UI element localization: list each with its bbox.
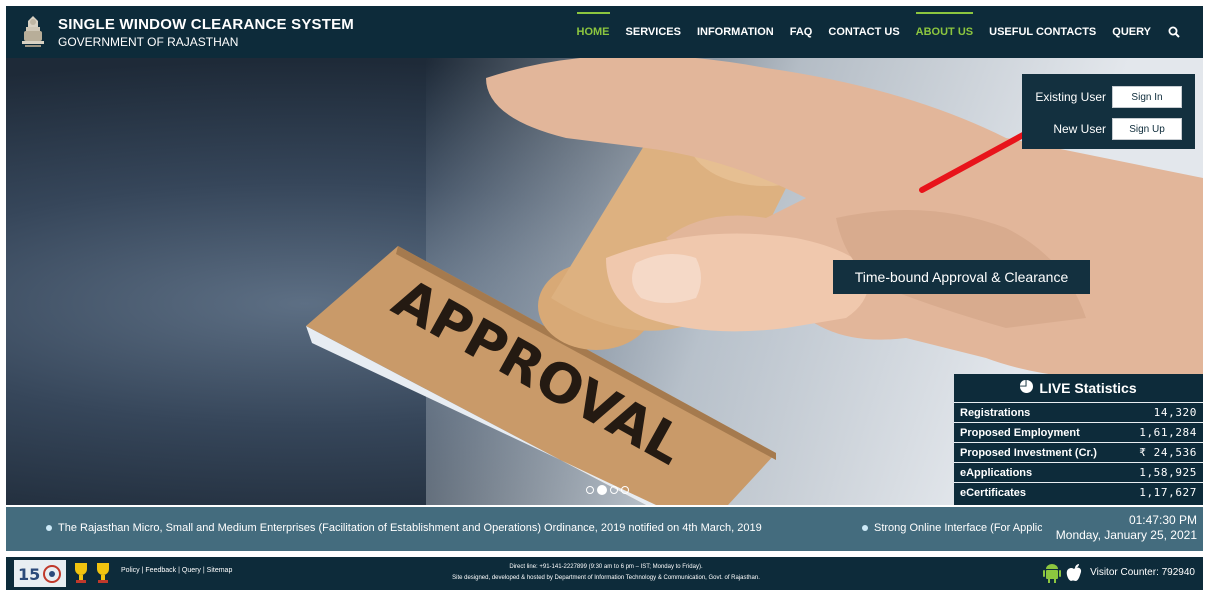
existing-user-row: Existing User Sign In (1022, 84, 1195, 110)
footer-link-policy[interactable]: Policy (121, 567, 140, 574)
sign-in-button[interactable]: Sign In (1112, 86, 1182, 108)
award-trophy-icon[interactable] (72, 561, 90, 590)
stats-row: Proposed Investment (Cr.) ₹ 24,536 (954, 442, 1203, 462)
stats-row: Registrations 14,320 (954, 402, 1203, 422)
footer-link-sitemap[interactable]: Sitemap (207, 567, 233, 574)
bullet-icon (46, 525, 52, 532)
footer-link-feedback[interactable]: Feedback (145, 567, 176, 574)
footer-links: Policy | Feedback | Query | Sitemap (121, 567, 233, 574)
svg-text:15: 15 (18, 565, 40, 584)
stats-title-text: LIVE Statistics (1039, 380, 1137, 396)
user-auth-box: Existing User Sign In New User Sign Up (1022, 74, 1195, 149)
ticker-item-1-text: The Rajasthan Micro, Small and Medium En… (58, 522, 762, 534)
slide-dot-2[interactable] (597, 485, 607, 495)
credit-text: Site designed, developed & hosted by Dep… (452, 575, 760, 581)
nav-query[interactable]: QUERY (1104, 6, 1159, 58)
visitor-counter: Visitor Counter: 792940 (1090, 567, 1195, 578)
date-time-display: 01:47:30 PM Monday, January 25, 2021 (1056, 513, 1197, 543)
footer-link-query[interactable]: Query (182, 567, 201, 574)
nav-useful-contacts[interactable]: USEFUL CONTACTS (981, 6, 1104, 58)
state-emblem-icon[interactable] (16, 12, 50, 52)
nav-services[interactable]: SERVICES (618, 6, 689, 58)
stat-label: eApplications (960, 466, 1033, 479)
stat-value: 1,17,627 (1139, 486, 1197, 499)
app-download-icons (1043, 563, 1083, 588)
clock-time: 01:47:30 PM (1128, 513, 1197, 527)
android-icon[interactable] (1043, 563, 1061, 588)
ticker-item-2-text: Strong Online Interface (For Applic (874, 522, 1042, 534)
main-nav: HOME SERVICES INFORMATION FAQ CONTACT US… (569, 6, 1189, 58)
award-trophy-icon[interactable] (94, 561, 112, 590)
nav-contact-us[interactable]: CONTACT US (820, 6, 907, 58)
clock-date: Monday, January 25, 2021 (1055, 528, 1197, 542)
stat-value: 14,320 (1153, 406, 1197, 419)
search-icon[interactable] (1159, 6, 1189, 58)
footer-info: Direct line: +91-141-2227899 (9:30 am to… (366, 562, 846, 584)
nav-about-us[interactable]: ABOUT US (908, 6, 981, 58)
site-footer: 15 Policy | Feedback | Query | Sitemap D… (6, 557, 1203, 590)
ticker-item-1[interactable]: The Rajasthan Micro, Small and Medium En… (46, 522, 762, 534)
slider-dots (586, 485, 629, 495)
stat-value: ₹ 24,536 (1139, 446, 1197, 459)
slide-dot-4[interactable] (621, 486, 629, 494)
150-years-logo-icon: 15 (14, 560, 66, 587)
nav-home[interactable]: HOME (569, 6, 618, 58)
stats-row: Proposed Employment 1,61,284 (954, 422, 1203, 442)
top-header: SINGLE WINDOW CLEARANCE SYSTEM GOVERNMEN… (6, 6, 1203, 58)
sign-up-button[interactable]: Sign Up (1112, 118, 1182, 140)
bullet-icon (862, 525, 868, 532)
nav-faq[interactable]: FAQ (782, 6, 821, 58)
site-subtitle: GOVERNMENT OF RAJASTHAN (58, 34, 239, 49)
stats-row: eApplications 1,58,925 (954, 462, 1203, 482)
slide-dot-3[interactable] (610, 486, 618, 494)
news-ticker: The Rajasthan Micro, Small and Medium En… (6, 507, 1203, 551)
slide-dot-1[interactable] (586, 486, 594, 494)
stat-label: eCertificates (960, 486, 1027, 499)
direct-line-text: Direct line: +91-141-2227899 (9:30 am to… (509, 564, 703, 570)
page: SINGLE WINDOW CLEARANCE SYSTEM GOVERNMEN… (0, 0, 1209, 590)
nav-information[interactable]: INFORMATION (689, 6, 782, 58)
stat-value: 1,61,284 (1139, 426, 1197, 439)
ticker-item-2[interactable]: Strong Online Interface (For Applic (862, 522, 1042, 534)
stat-label: Proposed Employment (960, 426, 1080, 439)
stat-label: Proposed Investment (Cr.) (960, 446, 1097, 459)
pie-chart-icon (1020, 380, 1034, 396)
new-user-row: New User Sign Up (1022, 116, 1195, 142)
hero-slider[interactable]: APPROVAL Existing User Sign In New User … (6, 58, 1203, 505)
site-title: SINGLE WINDOW CLEARANCE SYSTEM (58, 15, 355, 33)
site-brand[interactable]: SINGLE WINDOW CLEARANCE SYSTEM GOVERNMEN… (58, 16, 354, 49)
live-statistics-panel: LIVE Statistics Registrations 14,320 Prop… (954, 374, 1203, 505)
apple-icon[interactable] (1065, 563, 1083, 588)
stats-row: eCertificates 1,17,627 (954, 482, 1203, 502)
stat-value: 1,58,925 (1139, 466, 1197, 479)
existing-user-label: Existing User (1035, 90, 1106, 104)
slide-caption: Time-bound Approval & Clearance (833, 260, 1090, 294)
stats-title: LIVE Statistics (954, 374, 1203, 402)
new-user-label: New User (1053, 122, 1106, 136)
stat-label: Registrations (960, 406, 1031, 419)
